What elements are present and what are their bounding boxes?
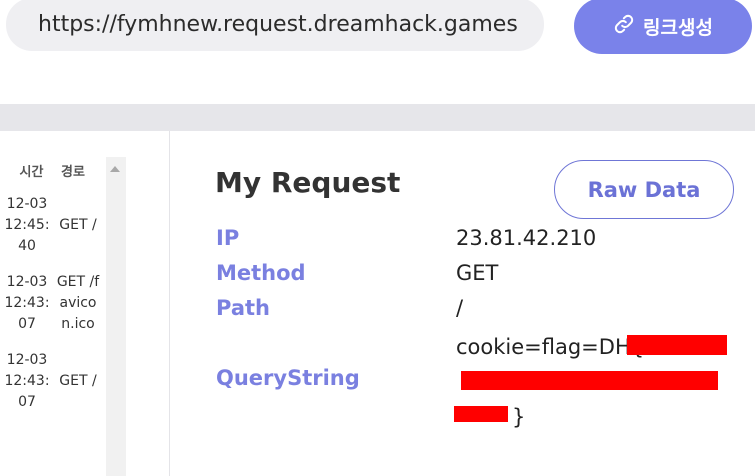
log-item[interactable]: 12-03 12:45: 40 GET / (0, 194, 105, 257)
method-value: GET (456, 261, 499, 285)
redaction-mark (627, 335, 727, 355)
method-label: Method (216, 261, 306, 285)
log-item-time: 12-03 12:45: 40 (4, 196, 50, 254)
section-divider (0, 104, 755, 131)
page-title: My Request (215, 166, 401, 199)
querystring-label: QueryString (216, 366, 360, 390)
log-item-time: 12-03 12:43: 07 (4, 274, 50, 332)
log-item[interactable]: 12-03 12:43: 07 GET /f avico n.ico (0, 272, 105, 335)
path-value: / (456, 296, 464, 320)
log-header-time: 시간 (19, 165, 44, 180)
log-item-time: 12-03 12:43: 07 (4, 352, 50, 410)
path-label: Path (216, 296, 270, 320)
request-detail-panel: My Request Raw Data IP 23.81.42.210 Meth… (215, 131, 755, 476)
request-log-sidebar: 시간 경로 12-03 12:45: 40 GET / 12-03 12:43:… (0, 131, 170, 476)
generate-link-label: 링크생성 (643, 16, 713, 39)
scroll-up-icon[interactable] (110, 166, 120, 172)
log-header-path: 경로 (61, 165, 85, 180)
link-icon (613, 13, 635, 40)
ip-label: IP (216, 226, 240, 250)
log-list: 12-03 12:45: 40 GET / 12-03 12:43: 07 GE… (0, 194, 105, 428)
log-scrollbar[interactable] (106, 157, 126, 476)
url-input[interactable]: https://fymhnew.request.dreamhack.games (6, 0, 544, 51)
log-item-path: GET / (59, 217, 97, 233)
generate-link-button[interactable]: 링크생성 (574, 0, 752, 54)
log-item-path: GET / (59, 373, 97, 389)
redaction-mark (454, 406, 508, 422)
log-item-path: GET /f avico n.ico (56, 274, 100, 332)
log-item[interactable]: 12-03 12:43: 07 GET / (0, 350, 105, 413)
url-text: https://fymhnew.request.dreamhack.games (38, 12, 518, 37)
ip-value: 23.81.42.210 (456, 226, 597, 250)
redaction-mark (461, 371, 718, 390)
log-header: 시간 경로 (0, 161, 105, 180)
raw-data-button[interactable]: Raw Data (554, 160, 734, 219)
